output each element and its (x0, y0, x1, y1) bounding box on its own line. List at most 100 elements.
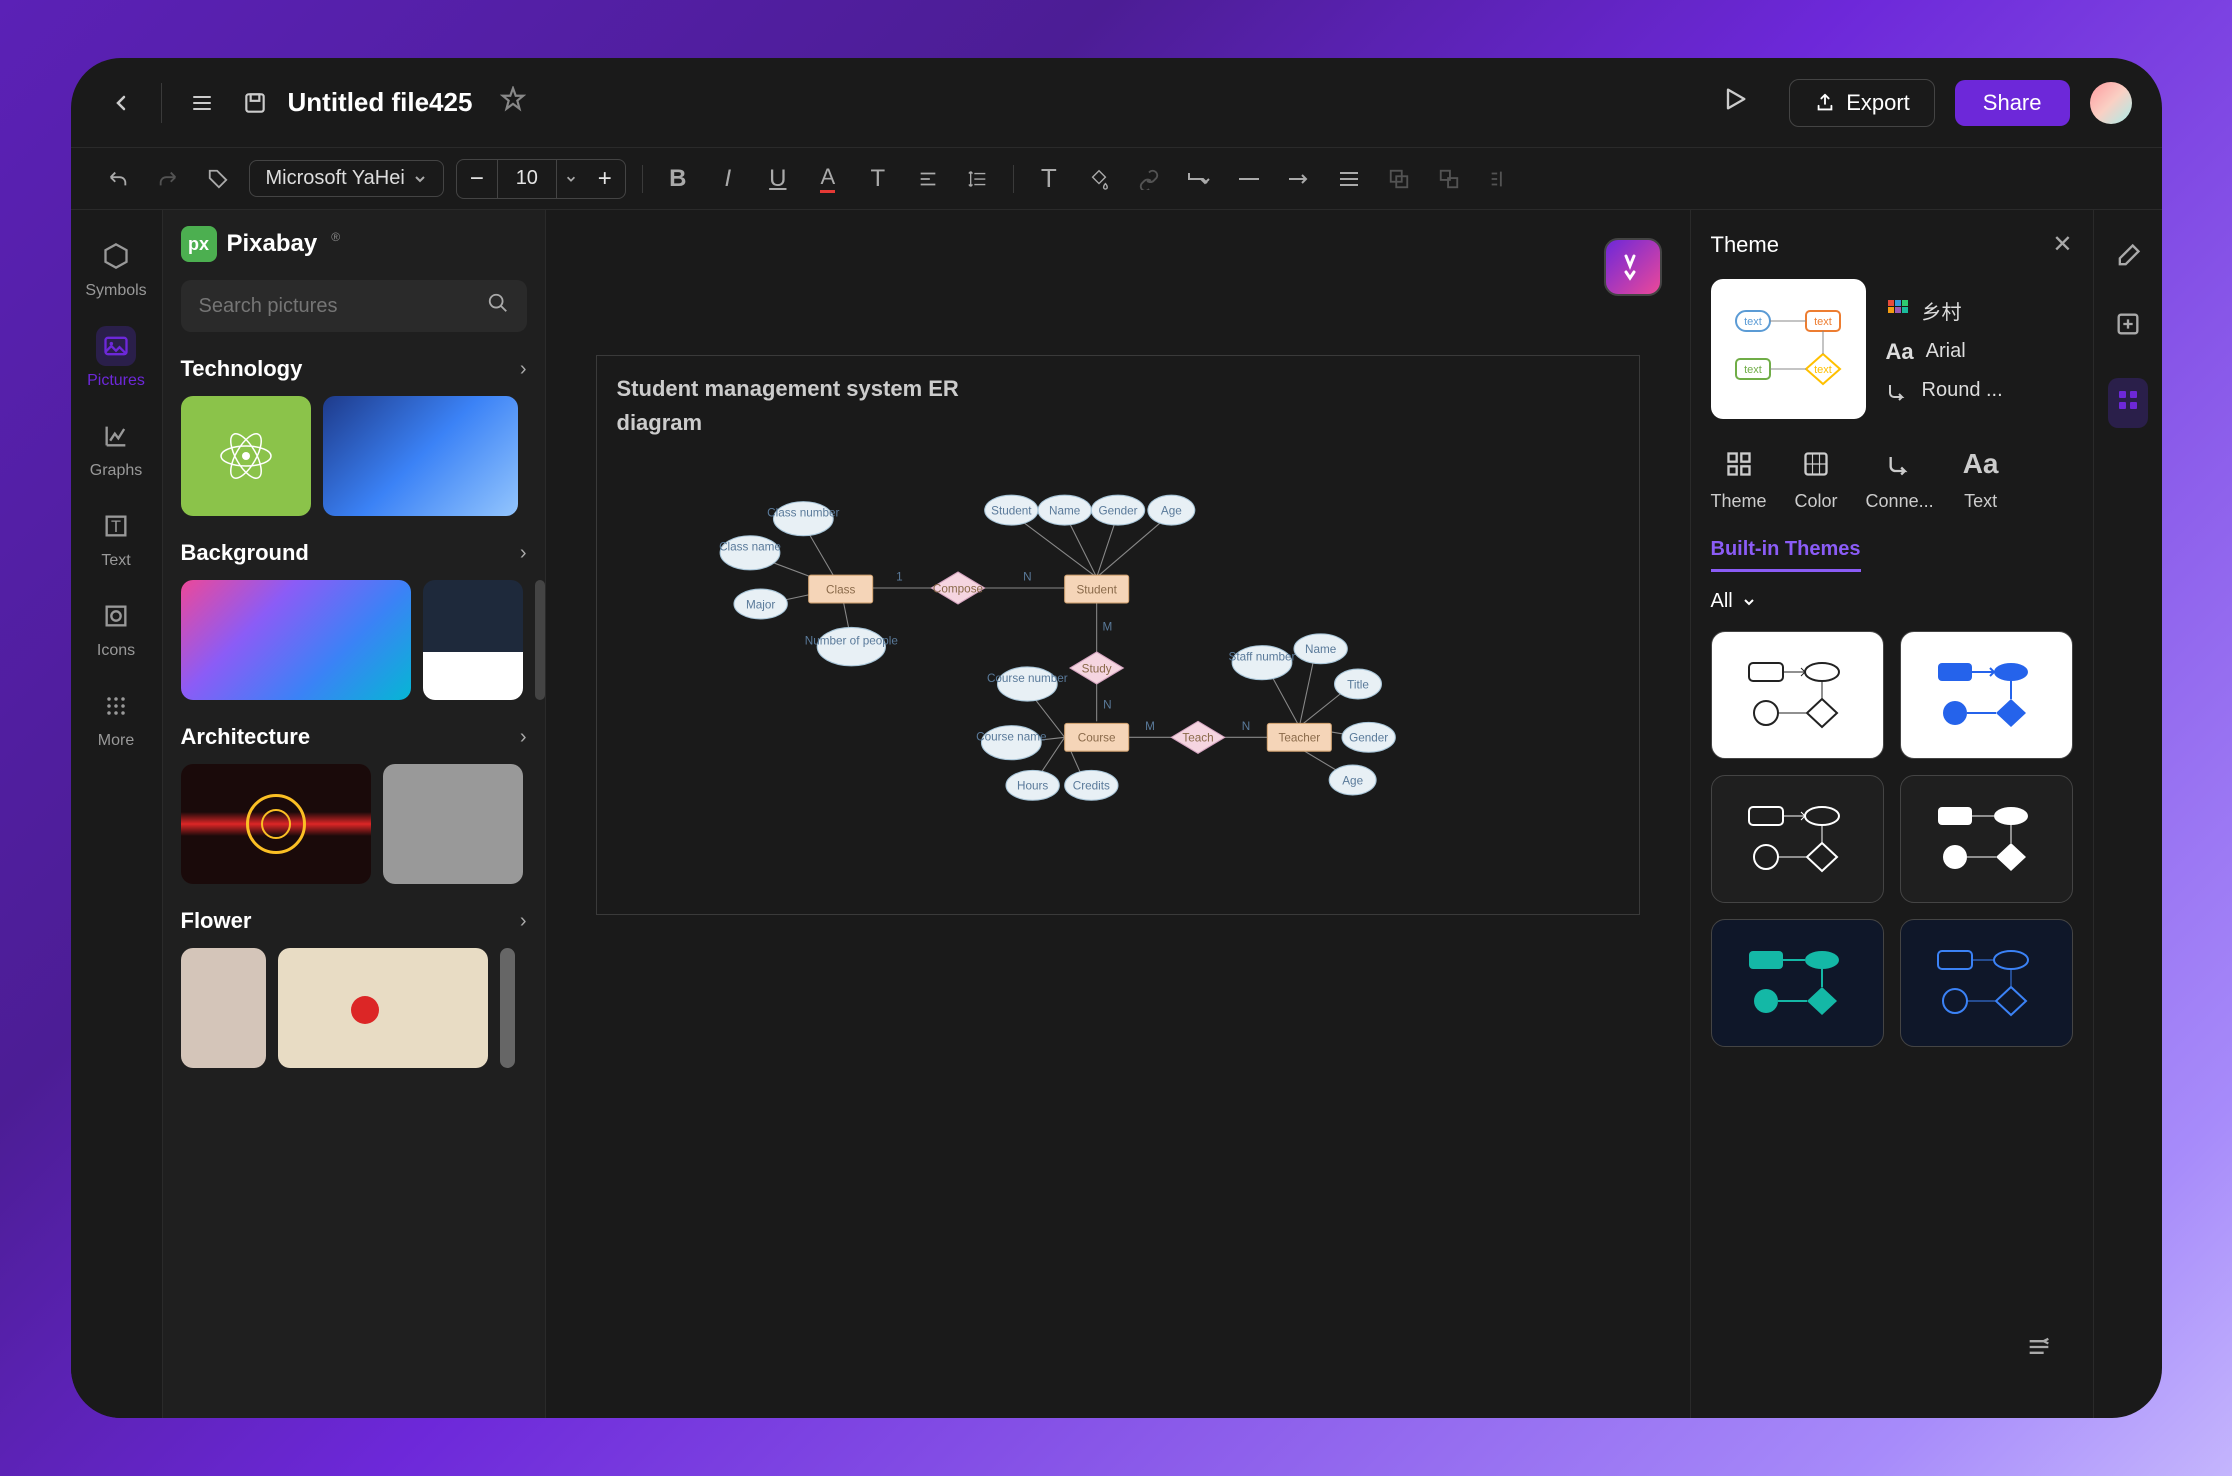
tab-color[interactable]: Color (1795, 445, 1838, 512)
filter-all-dropdown[interactable]: All (1711, 590, 2073, 613)
text-insert-button[interactable]: T (1030, 160, 1068, 198)
undo-icon (107, 168, 129, 190)
nav-symbols[interactable]: Symbols (85, 236, 146, 300)
tag-button[interactable] (199, 160, 237, 198)
nav-icons[interactable]: Icons (96, 596, 136, 660)
format-panel-button[interactable] (2025, 1333, 2053, 1368)
category-header-technology[interactable]: Technology › (181, 356, 527, 382)
underline-button[interactable]: U (759, 160, 797, 198)
eraser-button[interactable] (2114, 242, 2142, 278)
arrow-style-button[interactable] (1280, 160, 1318, 198)
italic-button[interactable]: I (709, 160, 747, 198)
tab-text[interactable]: Aa Text (1962, 445, 2000, 512)
theme-card-navy-outline[interactable] (1900, 919, 2073, 1047)
nav-more-label: More (98, 732, 134, 750)
category-header-flower[interactable]: Flower › (181, 908, 527, 934)
chevron-right-icon: › (520, 910, 527, 933)
cube-icon (96, 236, 136, 276)
thumbnail-poppy[interactable] (278, 948, 488, 1068)
close-button[interactable]: ✕ (2052, 230, 2072, 259)
thumbnail-polygon[interactable] (181, 580, 411, 700)
svg-text:Gender: Gender (1349, 732, 1388, 745)
nav-more[interactable]: More (96, 686, 136, 750)
line-style-button[interactable] (1230, 160, 1268, 198)
registered-icon: ® (331, 230, 340, 244)
connector-style-button[interactable] (1180, 160, 1218, 198)
export-button[interactable]: Export (1789, 79, 1935, 127)
thumbnail-partial[interactable] (535, 580, 545, 700)
theme-nav-button[interactable] (2108, 378, 2148, 428)
category-header-background[interactable]: Background › (181, 540, 527, 566)
search-box[interactable] (181, 280, 527, 332)
font-size-decrease-button[interactable]: − (457, 160, 497, 198)
align-button[interactable] (909, 160, 947, 198)
theme-card-white-blue[interactable] (1900, 631, 2073, 759)
group-button[interactable] (1380, 160, 1418, 198)
thumbnail-atom[interactable] (181, 396, 311, 516)
border-style-button[interactable] (1330, 160, 1368, 198)
thumbnail-snowdrop[interactable] (181, 948, 266, 1068)
font-family-select[interactable]: Microsoft YaHei (249, 160, 444, 197)
theme-card-dark-white[interactable] (1711, 775, 1884, 903)
font-size-dropdown-button[interactable] (557, 160, 585, 198)
search-icon (487, 292, 509, 320)
pixabay-logo: px Pixabay ® (181, 226, 527, 262)
undo-button[interactable] (99, 160, 137, 198)
theme-card-white-black[interactable] (1711, 631, 1884, 759)
theme-style-row[interactable]: 乡村 (1886, 296, 2003, 325)
redo-button[interactable] (149, 160, 187, 198)
ai-assistant-button[interactable] (1604, 238, 1662, 296)
user-avatar[interactable] (2090, 82, 2132, 124)
nav-text[interactable]: T Text (96, 506, 136, 570)
svg-text:text: text (1814, 316, 1832, 328)
ungroup-button[interactable] (1430, 160, 1468, 198)
line-spacing-button[interactable] (959, 160, 997, 198)
insert-button[interactable] (2114, 310, 2142, 346)
file-title[interactable]: Untitled file425 (288, 87, 473, 118)
insert-icon (2114, 310, 2142, 338)
category-header-architecture[interactable]: Architecture › (181, 724, 527, 750)
back-button[interactable] (101, 83, 141, 123)
font-color-button[interactable]: A (809, 160, 847, 198)
share-button[interactable]: Share (1955, 80, 2070, 126)
thumbnail-ferris[interactable] (181, 764, 371, 884)
svg-text:Age: Age (1160, 504, 1181, 517)
font-size-value[interactable]: 10 (497, 160, 557, 198)
thumbnail-mountain[interactable] (423, 580, 523, 700)
menu-button[interactable] (182, 83, 222, 123)
link-button[interactable] (1130, 160, 1168, 198)
canvas[interactable]: Student management system ER diagram (546, 210, 1690, 1418)
text-effect-button[interactable]: T (859, 160, 897, 198)
nav-pictures-label: Pictures (87, 372, 145, 390)
theme-card-navy-teal[interactable] (1711, 919, 1884, 1047)
builtin-themes-header[interactable]: Built-in Themes (1711, 538, 1861, 572)
nav-pictures[interactable]: Pictures (87, 326, 145, 390)
er-diagram[interactable]: Student management system ER diagram (596, 355, 1640, 915)
svg-text:M: M (1102, 621, 1112, 634)
arrange-button[interactable] (1480, 160, 1518, 198)
svg-text:Compose: Compose (932, 582, 982, 595)
svg-text:Credits: Credits (1072, 780, 1109, 793)
save-icon[interactable] (242, 90, 268, 116)
chevron-right-icon: › (520, 358, 527, 381)
font-size-increase-button[interactable]: + (585, 160, 625, 198)
nav-graphs[interactable]: Graphs (90, 416, 142, 480)
thumbnail-microscope[interactable] (323, 396, 518, 516)
fill-button[interactable] (1080, 160, 1118, 198)
favorite-button[interactable] (500, 86, 526, 119)
theme-font-row[interactable]: Aa Arial (1886, 339, 2003, 365)
play-button[interactable] (1721, 85, 1749, 120)
color-grid-icon (1886, 298, 1910, 322)
current-theme-preview[interactable]: texttexttexttext (1711, 279, 1866, 419)
search-input[interactable] (199, 295, 487, 318)
tab-connector[interactable]: Conne... (1866, 445, 1934, 512)
tab-theme[interactable]: Theme (1711, 445, 1767, 512)
bold-button[interactable]: B (659, 160, 697, 198)
thumbnail-buildings[interactable] (383, 764, 523, 884)
svg-text:Course number: Course number (986, 672, 1067, 685)
arrange-icon (1488, 168, 1510, 190)
theme-card-dark-filled[interactable] (1900, 775, 2073, 903)
theme-connector-row[interactable]: Round ... (1886, 379, 2003, 403)
thumbnail-partial[interactable] (500, 948, 515, 1068)
theme-style-name: 乡村 (1922, 296, 1962, 325)
